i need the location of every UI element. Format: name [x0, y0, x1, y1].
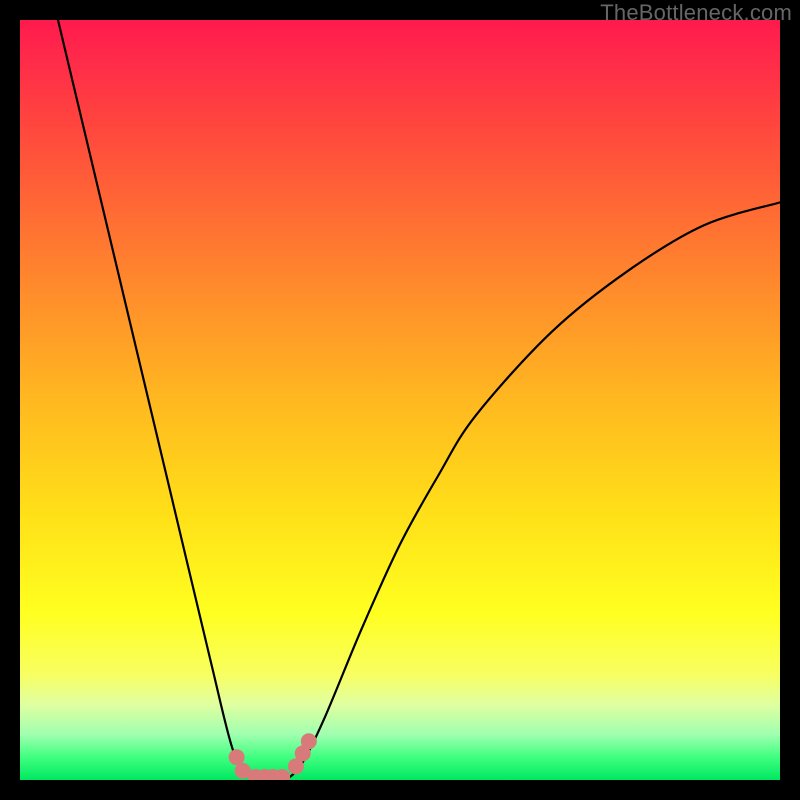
watermark-text: TheBottleneck.com	[600, 0, 792, 26]
curves-svg	[20, 20, 780, 780]
chart-frame: TheBottleneck.com	[0, 0, 800, 800]
bottleneck-curve	[58, 20, 780, 780]
highlight-marker	[301, 733, 317, 749]
curve-group	[58, 20, 780, 780]
highlight-marker	[229, 749, 245, 765]
marker-group	[229, 733, 317, 780]
plot-area	[20, 20, 780, 780]
